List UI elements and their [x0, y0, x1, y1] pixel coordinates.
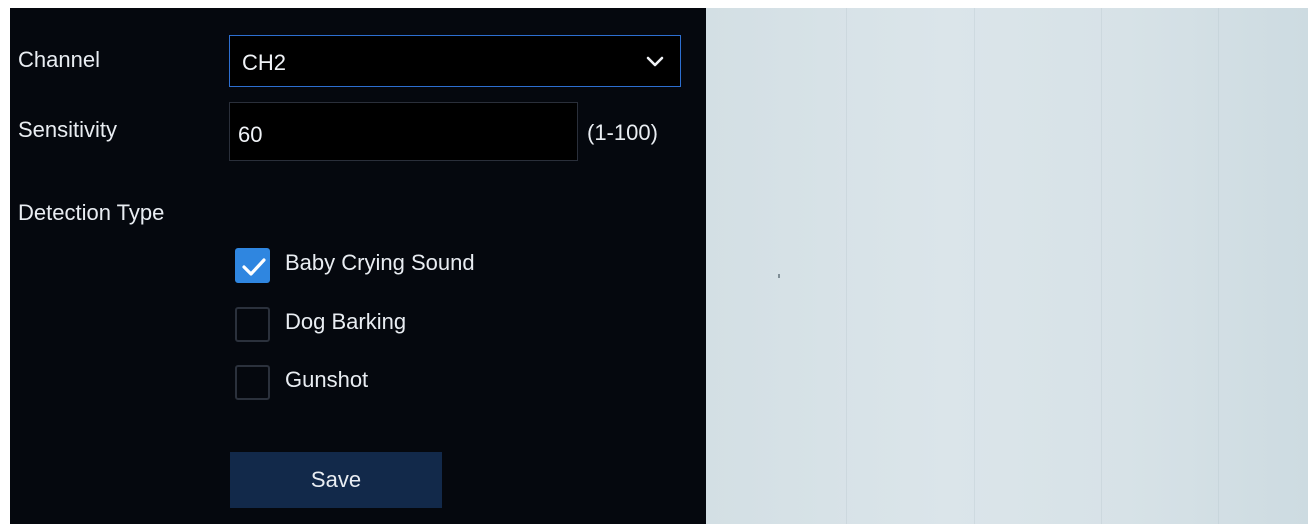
- audio-detection-screen: Channel CH2 Sensitivity 60 (1-100) Detec…: [0, 0, 1308, 524]
- checkmark-icon: [242, 258, 266, 276]
- top-title-strip: [0, 0, 1308, 8]
- chevron-down-icon: [646, 56, 664, 67]
- preview-streak: [846, 8, 847, 524]
- camera-preview: [706, 8, 1308, 524]
- preview-streak: [1218, 8, 1219, 524]
- channel-select[interactable]: CH2: [229, 35, 681, 87]
- preview-streak: [974, 8, 975, 524]
- preview-streak: [1101, 8, 1102, 524]
- baby-crying-label: Baby Crying Sound: [285, 250, 475, 275]
- gunshot-checkbox[interactable]: [235, 365, 270, 400]
- sensitivity-label: Sensitivity: [18, 117, 118, 142]
- preview-speck: [778, 274, 780, 278]
- gunshot-label: Gunshot: [285, 367, 369, 392]
- save-button[interactable]: Save: [230, 452, 442, 508]
- channel-label: Channel: [18, 47, 100, 72]
- sensitivity-input[interactable]: 60: [229, 102, 578, 161]
- baby-crying-checkbox[interactable]: [235, 248, 270, 283]
- sensitivity-range-hint: (1-100): [587, 120, 658, 145]
- detection-type-label: Detection Type: [18, 200, 165, 225]
- dog-barking-label: Dog Barking: [285, 309, 407, 334]
- dog-barking-checkbox[interactable]: [235, 307, 270, 342]
- settings-panel: Channel CH2 Sensitivity 60 (1-100) Detec…: [10, 8, 706, 524]
- channel-select-value: CH2: [242, 50, 287, 75]
- sensitivity-input-value: 60: [238, 122, 263, 147]
